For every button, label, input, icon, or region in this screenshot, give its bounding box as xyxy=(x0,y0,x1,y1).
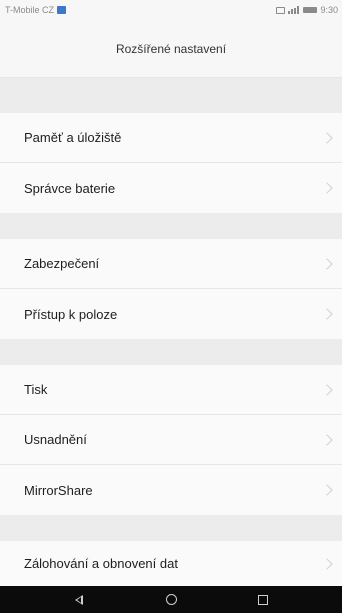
chevron-right-icon xyxy=(321,433,333,446)
settings-item-label: Usnadnění xyxy=(24,432,87,447)
settings-item-label: Paměť a úložiště xyxy=(24,130,122,145)
chevron-right-icon xyxy=(321,484,333,496)
recent-apps-button[interactable] xyxy=(250,590,276,610)
settings-item-label: Správce baterie xyxy=(24,180,116,196)
settings-item-label: Zálohování a obnovení dat xyxy=(24,556,178,571)
group-separator xyxy=(0,339,342,365)
settings-group-security: Zabezpečení Přístup k poloze xyxy=(0,239,342,339)
settings-item-battery-manager[interactable]: Správce baterie xyxy=(0,163,342,213)
carrier-name: T-Mobile CZ xyxy=(5,5,55,15)
settings-item-label: Přístup k poloze xyxy=(24,306,118,322)
group-separator xyxy=(0,78,342,113)
home-button[interactable] xyxy=(158,590,184,610)
page-title: Rozšířené nastavení xyxy=(115,41,227,56)
chevron-right-icon xyxy=(321,257,333,270)
settings-item-backup-restore[interactable]: Zálohování a obnovení dat xyxy=(0,541,342,586)
settings-item-security[interactable]: Zabezpečení xyxy=(0,239,342,289)
recent-apps-icon xyxy=(258,594,268,605)
signal-icon xyxy=(288,6,300,14)
settings-item-location-access[interactable]: Přístup k poloze xyxy=(0,289,342,339)
settings-item-accessibility[interactable]: Usnadnění xyxy=(0,415,342,465)
clock: 9:30 xyxy=(320,5,338,15)
status-bar-right: 9:30 xyxy=(276,5,338,15)
group-separator xyxy=(0,515,342,541)
status-bar-left: T-Mobile CZ xyxy=(5,5,67,15)
message-icon xyxy=(276,6,286,14)
chevron-right-icon xyxy=(321,308,333,320)
chevron-right-icon xyxy=(321,383,333,396)
back-icon xyxy=(75,594,83,605)
settings-group-misc: Tisk Usnadnění MirrorShare xyxy=(0,365,342,515)
settings-item-mirrorshare[interactable]: MirrorShare xyxy=(0,465,342,515)
settings-item-print[interactable]: Tisk xyxy=(0,365,342,415)
settings-group-storage: Paměť a úložiště Správce baterie xyxy=(0,113,342,213)
settings-item-storage[interactable]: Paměť a úložiště xyxy=(0,113,342,163)
title-bar: Rozšířené nastavení xyxy=(0,20,342,78)
chevron-right-icon xyxy=(321,182,333,194)
chevron-right-icon xyxy=(321,131,333,144)
settings-item-label: Zabezpečení xyxy=(24,256,100,271)
settings-item-label: MirrorShare xyxy=(24,482,93,498)
group-separator xyxy=(0,213,342,239)
navigation-bar xyxy=(0,586,342,613)
home-icon xyxy=(165,594,177,605)
sim-icon xyxy=(57,6,67,14)
settings-item-label: Tisk xyxy=(24,382,48,397)
settings-group-backup: Zálohování a obnovení dat xyxy=(0,541,342,586)
back-button[interactable] xyxy=(66,590,92,610)
chevron-right-icon xyxy=(321,557,333,570)
status-bar: T-Mobile CZ 9:30 xyxy=(0,0,342,20)
battery-icon xyxy=(303,7,318,13)
